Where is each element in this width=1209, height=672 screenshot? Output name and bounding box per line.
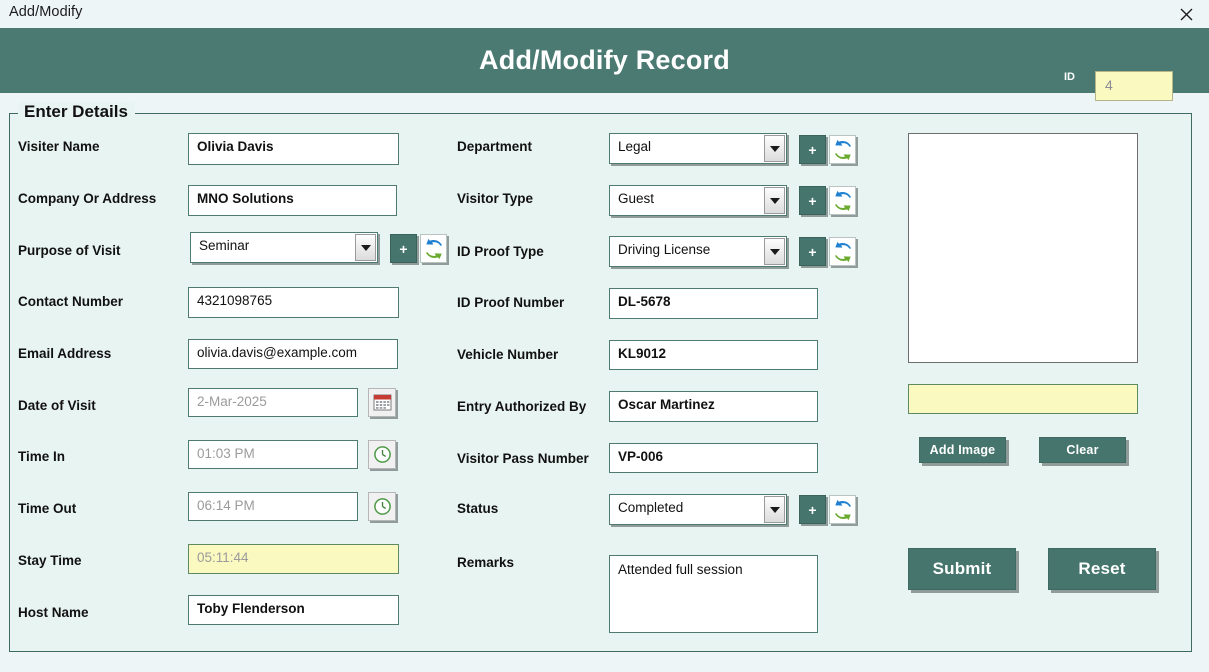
- submit-button[interactable]: Submit: [908, 548, 1016, 590]
- image-preview[interactable]: [908, 133, 1138, 363]
- add-id-proof-type-button[interactable]: +: [799, 237, 826, 266]
- time-in-picker-button[interactable]: [368, 440, 396, 469]
- add-status-button[interactable]: +: [799, 495, 826, 524]
- combo-visitor-type[interactable]: Guest: [609, 185, 787, 216]
- refresh-department-button[interactable]: [829, 135, 856, 164]
- input-vehicle-number[interactable]: KL9012: [609, 340, 818, 370]
- refresh-purpose-button[interactable]: [420, 234, 447, 263]
- add-image-button[interactable]: Add Image: [919, 437, 1006, 463]
- label-host-name: Host Name: [18, 605, 89, 620]
- refresh-icon: [834, 241, 851, 262]
- input-entry-authorized-by[interactable]: Oscar Martinez: [609, 391, 818, 422]
- combo-id-proof-type-value: Driving License: [618, 242, 711, 257]
- reset-button[interactable]: Reset: [1048, 548, 1156, 590]
- label-id-proof-type: ID Proof Type: [457, 244, 544, 259]
- clock-icon: [373, 446, 391, 463]
- label-entry-authorized-by: Entry Authorized By: [457, 399, 587, 414]
- input-visiter-name[interactable]: Olivia Davis: [188, 133, 399, 165]
- label-time-in: Time In: [18, 449, 66, 464]
- label-stay-time: Stay Time: [18, 553, 82, 568]
- input-time-out[interactable]: 06:14 PM: [188, 492, 358, 521]
- label-contact-number: Contact Number: [18, 294, 124, 309]
- combo-purpose-of-visit-value: Seminar: [199, 238, 250, 253]
- label-purpose-of-visit: Purpose of Visit: [18, 243, 121, 258]
- input-remarks[interactable]: Attended full session: [609, 555, 818, 633]
- label-company-or-address: Company Or Address: [18, 191, 157, 206]
- refresh-icon: [425, 238, 442, 259]
- refresh-icon: [834, 139, 851, 160]
- combo-department[interactable]: Legal: [609, 133, 787, 164]
- label-department: Department: [457, 139, 533, 154]
- combo-department-value: Legal: [618, 139, 652, 154]
- input-company-or-address[interactable]: MNO Solutions: [188, 185, 397, 216]
- add-visitor-type-button[interactable]: +: [799, 186, 826, 215]
- refresh-status-button[interactable]: [829, 495, 856, 524]
- calendar-icon: [373, 394, 391, 411]
- label-vehicle-number: Vehicle Number: [457, 347, 559, 362]
- add-modify-window: Add/Modify Add/Modify Record ID 4 Enter …: [0, 0, 1209, 672]
- time-out-picker-button[interactable]: [368, 492, 396, 521]
- combo-visitor-type-value: Guest: [618, 191, 655, 206]
- label-remarks: Remarks: [457, 555, 515, 570]
- input-host-name[interactable]: Toby Flenderson: [188, 595, 399, 625]
- label-status: Status: [457, 501, 499, 516]
- input-id-proof-number[interactable]: DL-5678: [609, 288, 818, 319]
- refresh-id-proof-type-button[interactable]: [829, 237, 856, 266]
- label-visiter-name: Visiter Name: [18, 139, 100, 154]
- chevron-down-icon[interactable]: [764, 187, 785, 214]
- input-date-of-visit[interactable]: 2-Mar-2025: [188, 388, 358, 417]
- clock-icon: [373, 498, 391, 515]
- label-id-proof-number: ID Proof Number: [457, 295, 565, 310]
- chevron-down-icon[interactable]: [355, 234, 376, 261]
- chevron-down-icon[interactable]: [764, 238, 785, 265]
- combo-purpose-of-visit[interactable]: Seminar: [190, 232, 378, 263]
- add-purpose-button[interactable]: +: [390, 234, 417, 263]
- label-time-out: Time Out: [18, 501, 77, 516]
- combo-status[interactable]: Completed: [609, 494, 787, 525]
- chevron-down-icon[interactable]: [764, 496, 785, 523]
- label-date-of-visit: Date of Visit: [18, 398, 96, 413]
- label-visitor-pass-number: Visitor Pass Number: [457, 451, 589, 466]
- refresh-icon: [834, 190, 851, 211]
- add-department-button[interactable]: +: [799, 135, 826, 164]
- input-stay-time[interactable]: 05:11:44: [188, 544, 399, 574]
- label-email-address: Email Address: [18, 346, 112, 361]
- calendar-picker-button[interactable]: [368, 388, 396, 417]
- input-email-address[interactable]: olivia.davis@example.com: [188, 339, 398, 369]
- refresh-icon: [834, 499, 851, 520]
- enter-details-legend: Enter Details: [18, 102, 135, 122]
- image-path-field[interactable]: [908, 384, 1138, 414]
- input-visitor-pass-number[interactable]: VP-006: [609, 443, 818, 473]
- combo-status-value: Completed: [618, 500, 684, 515]
- chevron-down-icon[interactable]: [764, 135, 785, 162]
- refresh-visitor-type-button[interactable]: [829, 186, 856, 215]
- combo-id-proof-type[interactable]: Driving License: [609, 236, 787, 267]
- form-canvas: Visiter Name Olivia Davis Company Or Add…: [0, 0, 1209, 672]
- input-contact-number[interactable]: 4321098765: [188, 287, 399, 318]
- label-visitor-type: Visitor Type: [457, 191, 534, 206]
- input-time-in[interactable]: 01:03 PM: [188, 440, 358, 469]
- clear-image-button[interactable]: Clear: [1039, 437, 1126, 463]
